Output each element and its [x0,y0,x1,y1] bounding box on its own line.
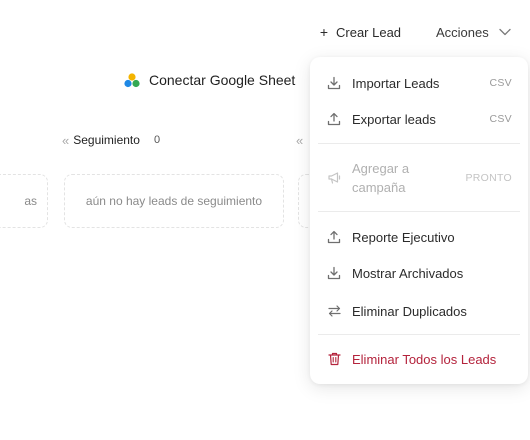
menu-item-add-to-campaign: Agregar a campaña PRONTO [310,157,528,199]
menu-item-label: Exportar leads [352,111,436,127]
empty-card-text: as [24,194,37,208]
menu-item-export-leads[interactable]: Exportar leads CSV [310,106,528,132]
actions-menu: Importar Leads CSV Exportar leads CSV Ag… [310,57,528,384]
menu-item-label: Eliminar Todos los Leads [352,351,497,367]
download-icon [326,265,342,281]
csv-tag: CSV [489,77,512,89]
upload-icon [326,229,342,245]
menu-item-show-archived[interactable]: Mostrar Archivados [310,260,528,286]
swap-arrows-icon [326,303,342,319]
connect-google-sheet-label: Conectar Google Sheet [149,72,296,88]
trash-icon [326,351,342,367]
menu-item-label: Reporte Ejecutivo [352,229,455,245]
menu-item-remove-duplicates[interactable]: Eliminar Duplicados [310,298,528,324]
column-count: 0 [153,134,161,146]
upload-icon [326,111,342,127]
menu-item-label: Mostrar Archivados [352,265,464,281]
menu-item-label: Eliminar Duplicados [352,303,467,319]
menu-divider [318,211,520,212]
menu-item-label: Importar Leads [352,75,440,91]
menu-divider [318,143,520,144]
collapse-column-icon[interactable]: « [62,133,69,148]
create-lead-button[interactable]: + Crear Lead [310,18,409,46]
actions-dropdown-button[interactable]: Acciones [428,18,519,46]
empty-column-card: as [0,174,48,228]
megaphone-icon [326,170,342,186]
column-title: Seguimiento [73,133,140,147]
download-icon [326,75,342,91]
chevron-down-icon [499,28,511,36]
menu-item-executive-report[interactable]: Reporte Ejecutivo [310,224,528,250]
menu-item-import-leads[interactable]: Importar Leads CSV [310,70,528,96]
empty-card-text: aún no hay leads de seguimiento [85,194,263,208]
empty-column-card: aún no hay leads de seguimiento [64,174,284,228]
connect-google-sheet-button[interactable]: Conectar Google Sheet [124,66,295,94]
google-sheets-logo-icon [124,72,140,88]
menu-divider [318,334,520,335]
plus-icon: + [319,24,329,40]
column-header-seguimiento: « Seguimiento 0 [62,130,160,150]
menu-item-delete-all-leads[interactable]: Eliminar Todos los Leads [310,346,528,372]
collapse-column-icon[interactable]: « [296,130,303,150]
coming-soon-tag: PRONTO [465,172,512,184]
csv-tag: CSV [489,113,512,125]
menu-item-label: Agregar a campaña [352,161,410,195]
create-lead-label: Crear Lead [336,24,402,40]
actions-label: Acciones [436,24,489,40]
